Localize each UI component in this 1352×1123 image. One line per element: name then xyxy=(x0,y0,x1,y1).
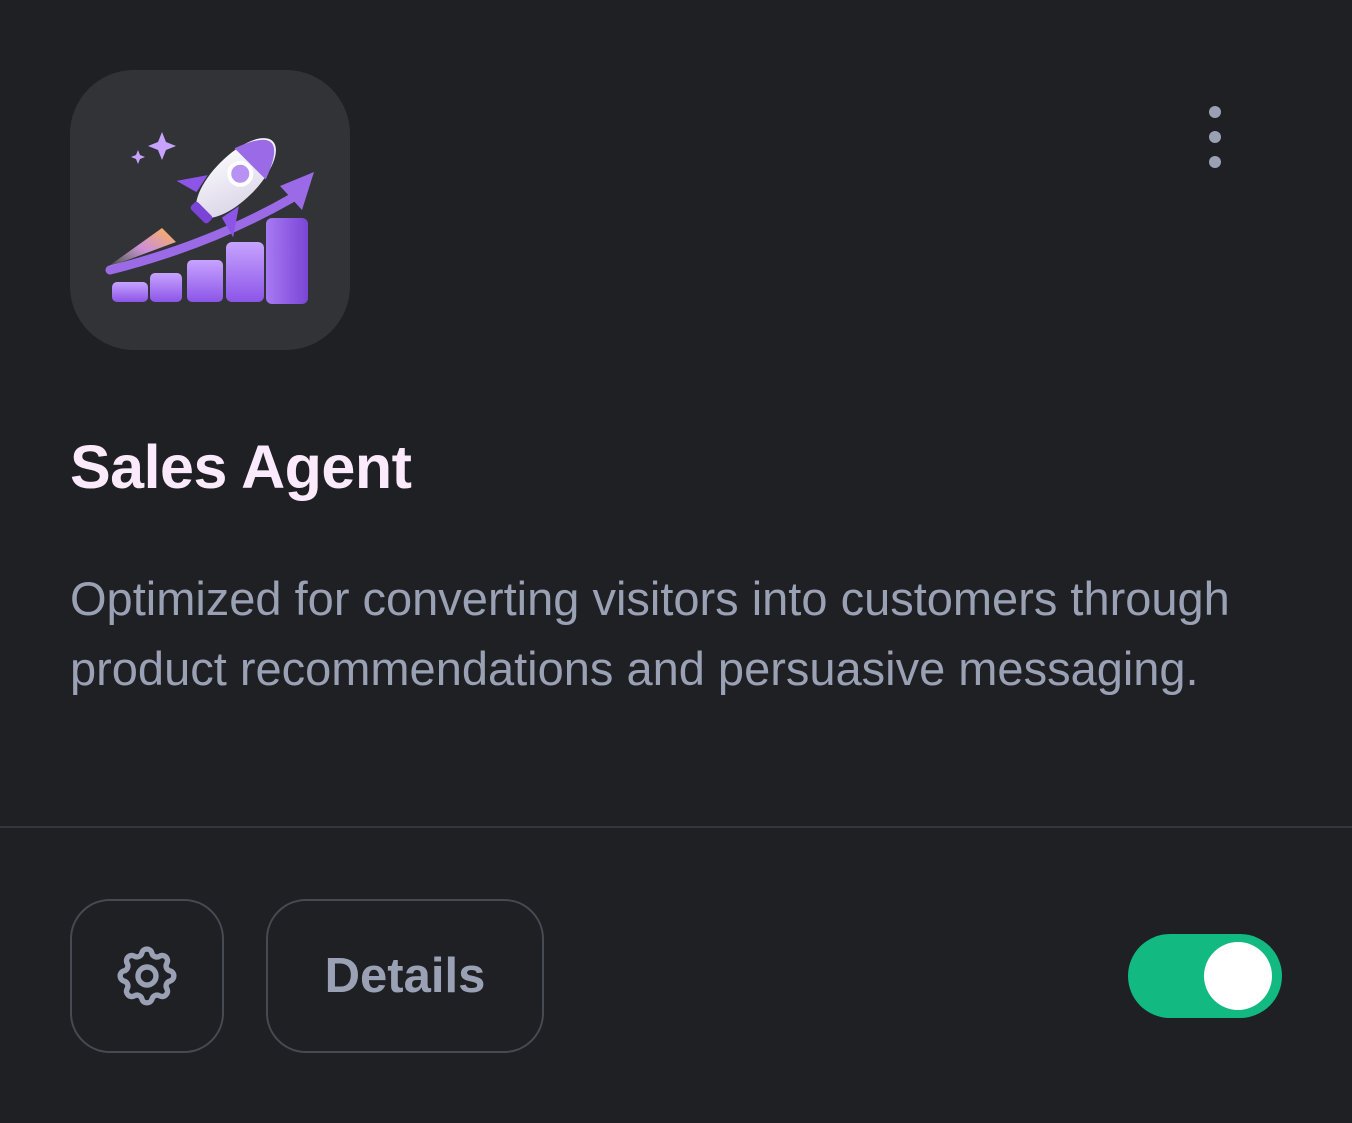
card-divider xyxy=(0,826,1352,828)
agent-avatar xyxy=(70,70,350,350)
more-vertical-icon xyxy=(1209,106,1221,118)
agent-title: Sales Agent xyxy=(70,433,412,501)
agent-description: Optimized for converting visitors into c… xyxy=(70,572,1230,695)
more-vertical-icon xyxy=(1209,131,1221,143)
rocket-growth-chart-icon xyxy=(105,132,314,304)
settings-button[interactable] xyxy=(70,899,224,1053)
more-options-button[interactable] xyxy=(1188,100,1242,174)
gear-icon xyxy=(117,946,177,1006)
details-button[interactable]: Details xyxy=(266,899,544,1053)
toggle-knob xyxy=(1204,942,1272,1010)
agent-enabled-toggle[interactable] xyxy=(1128,934,1282,1018)
more-vertical-icon xyxy=(1209,156,1221,168)
agent-card: Sales Agent Optimized for converting vis… xyxy=(0,0,1352,1123)
